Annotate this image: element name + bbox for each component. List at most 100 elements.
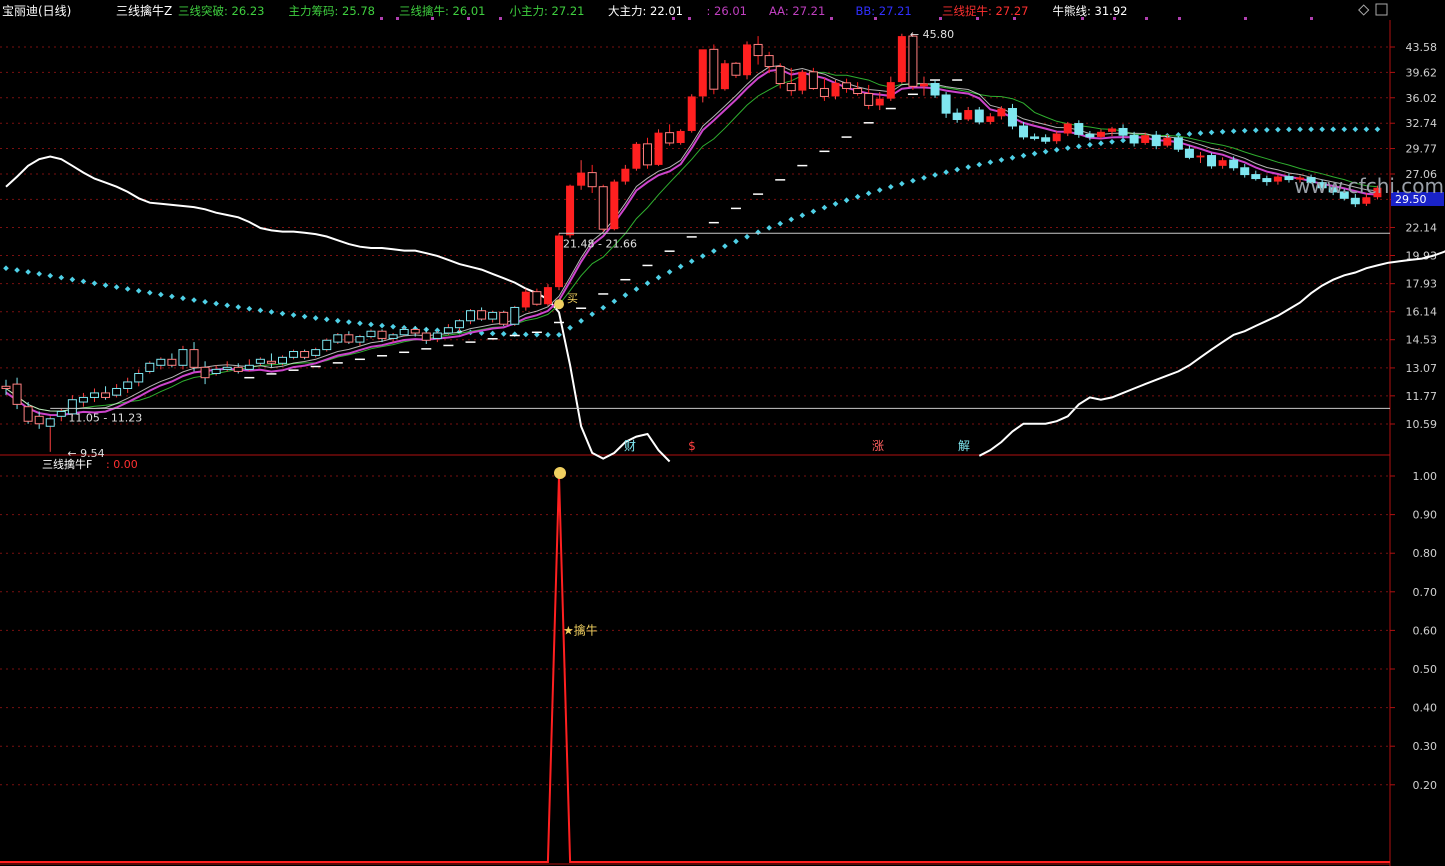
candle: [488, 310, 498, 323]
candle-body: [200, 366, 210, 379]
candle: [233, 363, 243, 374]
candle-body: [189, 349, 199, 368]
trend-dot: [224, 302, 231, 309]
candle: [930, 80, 940, 98]
candle-body: [543, 287, 552, 305]
candle: [388, 333, 398, 343]
candle: [333, 333, 343, 344]
candle-body: [89, 392, 99, 398]
candle-body: [1184, 148, 1194, 158]
trend-dot: [578, 318, 584, 324]
signal-label: ★擒牛: [563, 622, 598, 637]
candle-body: [1262, 178, 1272, 183]
candle-body: [333, 334, 343, 343]
bull-bear-line-right: [978, 250, 1445, 457]
candle: [1207, 152, 1217, 169]
candle-body: [134, 372, 144, 383]
sub-tick-label: 0.40: [1413, 702, 1438, 715]
candle-body: [123, 381, 133, 389]
candle-body: [443, 327, 453, 334]
sub-tick-label: 0.50: [1413, 663, 1438, 676]
candle-body: [1108, 128, 1116, 132]
sub-tick-label: 0.20: [1413, 779, 1438, 792]
candle: [399, 327, 409, 337]
trend-dot: [965, 164, 972, 170]
sub-panel-value: : 0.00: [106, 458, 138, 471]
candle: [687, 94, 696, 133]
candle-body: [322, 339, 332, 351]
candle-body: [377, 330, 387, 339]
header-item: 小主力: 27.21: [510, 4, 585, 18]
trend-dot: [1352, 126, 1359, 133]
marker-label: $: [688, 439, 696, 453]
candle-body: [1007, 107, 1017, 127]
candle-body: [941, 94, 951, 114]
candle-body: [289, 351, 299, 358]
sub-tick-label: 0.90: [1413, 509, 1438, 522]
candle-body: [1251, 174, 1261, 180]
trend-dot: [843, 197, 850, 204]
trend-dot: [257, 307, 264, 314]
candle: [709, 44, 719, 95]
candle: [1273, 174, 1282, 185]
candle-body: [786, 83, 796, 92]
candle-body: [1052, 133, 1061, 142]
trend-dot: [1241, 127, 1248, 134]
trend-dot: [567, 324, 573, 331]
trend-dot: [611, 298, 618, 305]
signal-dot: [1178, 17, 1181, 20]
sub-panel-title: 三线擒牛F: [42, 457, 92, 471]
candle: [167, 353, 177, 368]
candle-body: [1173, 137, 1183, 150]
trend-dot: [124, 286, 131, 292]
candle-body: [355, 336, 365, 343]
candle: [775, 63, 785, 89]
candle-body: [566, 185, 575, 236]
signal-dot: [1145, 17, 1148, 20]
trend-dot: [1219, 128, 1226, 135]
candle: [200, 361, 210, 385]
trend-dot: [666, 269, 673, 275]
buy-label: 买: [567, 292, 578, 305]
candle: [753, 36, 763, 65]
candle: [499, 310, 509, 326]
candle: [477, 307, 487, 321]
header-item: BB: 27.21: [856, 4, 912, 18]
trend-dot: [910, 177, 916, 184]
candle-body: [23, 406, 33, 422]
trend-dot: [821, 204, 828, 211]
candle-body: [1141, 135, 1150, 143]
candle-body: [1085, 133, 1095, 138]
sub-tick-label: 0.60: [1413, 624, 1438, 637]
candle-body: [610, 181, 619, 230]
trend-dot: [744, 233, 750, 240]
candle: [1007, 103, 1017, 130]
trend-dot: [832, 201, 839, 207]
sub-tick-label: 0.30: [1413, 740, 1438, 753]
candle-body: [709, 48, 719, 90]
trend-dot: [146, 289, 153, 296]
candle-body: [1151, 134, 1161, 147]
candle: [466, 309, 476, 325]
price-tick-label: 39.62: [1406, 66, 1438, 79]
candle-body: [1229, 159, 1239, 169]
candle: [432, 331, 442, 343]
signal-dot: [976, 17, 979, 20]
candle-body: [1350, 197, 1360, 205]
candle-body: [621, 168, 630, 182]
candle-body: [1273, 176, 1282, 182]
trend-dot: [722, 243, 728, 249]
price-tick-label: 17.93: [1406, 278, 1438, 291]
signal-dot: [672, 17, 675, 20]
trend-dot: [865, 190, 872, 197]
price-tick-label: 14.53: [1406, 334, 1438, 347]
trend-dot: [169, 293, 175, 300]
trend-dot: [47, 272, 54, 279]
candle: [189, 342, 199, 372]
marker-label: 解: [958, 439, 970, 453]
candle: [1262, 175, 1272, 186]
trend-dot: [191, 297, 197, 303]
trend-dot: [1341, 126, 1348, 133]
trend-dot: [113, 284, 120, 290]
signal-dot: [431, 17, 434, 20]
